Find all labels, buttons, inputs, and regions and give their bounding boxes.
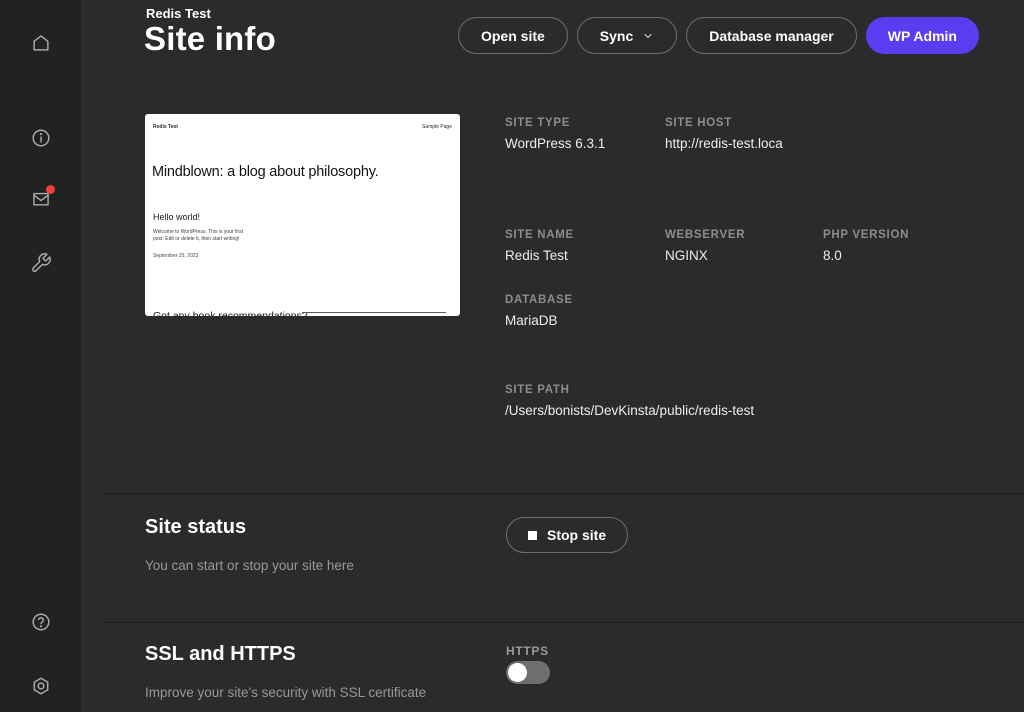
stop-site-button[interactable]: Stop site bbox=[506, 517, 628, 553]
help-icon bbox=[30, 611, 52, 633]
section-divider bbox=[105, 493, 1024, 494]
header-actions: Open site Sync Database manager WP Admin bbox=[458, 17, 979, 54]
section-divider bbox=[105, 622, 1024, 623]
preview-post-date: September 25, 2023 bbox=[153, 253, 198, 259]
chevron-down-icon bbox=[642, 30, 654, 42]
sidebar-item-home[interactable] bbox=[0, 31, 81, 55]
preview-search-underline bbox=[302, 312, 446, 313]
notification-badge bbox=[46, 185, 55, 194]
ssl-subtitle: Improve your site's security with SSL ce… bbox=[145, 685, 426, 700]
field-site-path: SITE PATH /Users/bonists/DevKinsta/publi… bbox=[505, 384, 754, 418]
sidebar-item-site-info[interactable] bbox=[0, 126, 81, 150]
field-php-version: PHP VERSION 8.0 bbox=[823, 229, 909, 263]
sidebar-item-help[interactable] bbox=[0, 610, 81, 634]
mail-icon bbox=[31, 189, 51, 209]
home-icon bbox=[30, 32, 52, 54]
preview-nav-link: Sample Page bbox=[422, 124, 452, 130]
ssl-title: SSL and HTTPS bbox=[145, 643, 296, 666]
stop-icon bbox=[528, 531, 537, 540]
current-site-name: Redis Test bbox=[146, 6, 211, 21]
https-toggle-knob bbox=[508, 663, 527, 682]
sidebar bbox=[0, 0, 81, 712]
database-manager-button[interactable]: Database manager bbox=[686, 17, 857, 54]
page-title: Site info bbox=[144, 20, 276, 58]
settings-icon bbox=[30, 675, 52, 697]
open-site-button[interactable]: Open site bbox=[458, 17, 568, 54]
sidebar-item-tools[interactable] bbox=[0, 251, 81, 275]
wp-admin-button[interactable]: WP Admin bbox=[866, 17, 979, 54]
https-toggle[interactable] bbox=[506, 661, 550, 684]
preview-post-title: Hello world! bbox=[153, 212, 200, 222]
devkinsta-site-info-window: Redis Test Site info Open site Sync Data… bbox=[0, 0, 1024, 712]
preview-post-excerpt: Welcome to WordPress. This is your first… bbox=[153, 229, 243, 243]
sidebar-item-messages[interactable] bbox=[0, 187, 81, 211]
field-webserver: WEBSERVER NGINX bbox=[665, 229, 745, 263]
preview-headline: Mindblown: a blog about philosophy. bbox=[152, 164, 379, 180]
site-status-title: Site status bbox=[145, 516, 246, 539]
field-database: DATABASE MariaDB bbox=[505, 294, 573, 328]
field-site-type: SITE TYPE WordPress 6.3.1 bbox=[505, 117, 605, 151]
field-site-host: SITE HOST http://redis-test.loca bbox=[665, 117, 783, 151]
preview-footer-text: Got any book recommendations? bbox=[153, 310, 308, 316]
site-preview-thumbnail[interactable]: Redis Test Sample Page Mindblown: a blog… bbox=[145, 114, 460, 316]
field-site-name: SITE NAME Redis Test bbox=[505, 229, 574, 263]
preview-site-name: Redis Test bbox=[153, 124, 178, 130]
wrench-icon bbox=[30, 252, 52, 274]
info-icon bbox=[30, 127, 52, 149]
https-label: HTTPS bbox=[506, 644, 549, 658]
sidebar-item-settings[interactable] bbox=[0, 674, 81, 698]
sync-button[interactable]: Sync bbox=[577, 17, 677, 54]
site-status-subtitle: You can start or stop your site here bbox=[145, 558, 354, 573]
